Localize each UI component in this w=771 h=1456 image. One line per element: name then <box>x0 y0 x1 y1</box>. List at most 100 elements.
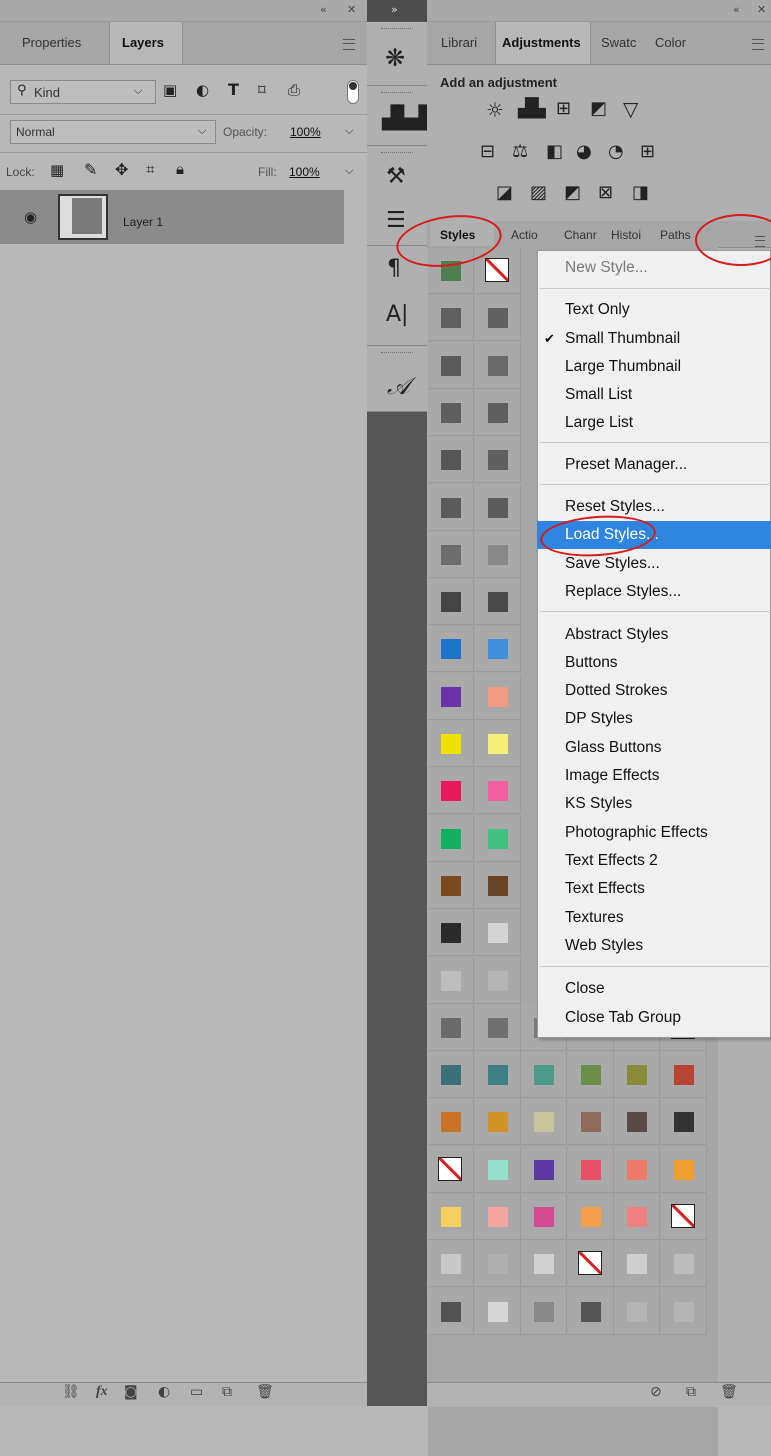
style-preset-thumbnail[interactable] <box>428 484 474 531</box>
menu-item-small-list[interactable]: Small List <box>537 381 771 409</box>
tab-properties[interactable]: Properties <box>10 22 93 64</box>
style-preset-thumbnail[interactable] <box>614 1194 660 1240</box>
style-preset-thumbnail[interactable] <box>660 1194 707 1240</box>
style-preset-thumbnail[interactable] <box>474 815 521 862</box>
clear-style-icon[interactable]: ⊘ <box>650 1384 662 1400</box>
style-preset-thumbnail[interactable] <box>428 862 474 909</box>
collapse-icon[interactable]: « <box>733 3 740 16</box>
eye-icon[interactable]: ◉ <box>24 208 37 226</box>
menu-item-dotted-strokes[interactable]: Dotted Strokes <box>537 677 771 705</box>
trash-icon[interactable]: 🗑︎ <box>256 1384 274 1400</box>
style-preset-thumbnail[interactable] <box>474 910 521 957</box>
style-preset-thumbnail[interactable] <box>428 910 474 957</box>
delete-style-icon[interactable]: 🗑︎ <box>720 1384 738 1400</box>
style-preset-thumbnail[interactable] <box>474 579 521 626</box>
style-preset-thumbnail[interactable] <box>428 1241 474 1288</box>
style-preset-thumbnail[interactable] <box>474 1004 521 1051</box>
smart-object-filter-icon[interactable]: ⎙ <box>288 81 300 99</box>
style-preset-thumbnail[interactable] <box>474 437 521 484</box>
style-preset-thumbnail[interactable] <box>521 1241 567 1288</box>
curves-icon[interactable]: ⊞ <box>556 98 571 119</box>
adjustment-filter-icon[interactable]: ◐ <box>196 81 209 99</box>
lock-all-icon[interactable]: 🔒︎ <box>176 160 184 178</box>
style-preset-thumbnail[interactable] <box>474 768 521 815</box>
style-preset-thumbnail[interactable] <box>428 1099 474 1146</box>
style-preset-thumbnail[interactable] <box>521 1052 567 1099</box>
menu-item-textures[interactable]: Textures <box>537 904 771 932</box>
style-preset-thumbnail[interactable] <box>474 389 521 436</box>
style-preset-thumbnail[interactable] <box>567 1146 614 1193</box>
style-preset-thumbnail[interactable] <box>474 1194 521 1240</box>
menu-item-ks-styles[interactable]: KS Styles <box>537 790 771 818</box>
link-icon[interactable]: ⛓ <box>62 1384 80 1400</box>
style-preset-thumbnail[interactable] <box>428 1004 474 1051</box>
shape-filter-icon[interactable]: ⌑ <box>258 81 266 99</box>
style-preset-thumbnail[interactable] <box>614 1052 660 1099</box>
fill-dropdown-icon[interactable]: ⌵ <box>345 164 353 178</box>
style-preset-thumbnail[interactable] <box>474 1052 521 1099</box>
style-preset-thumbnail[interactable] <box>428 1052 474 1099</box>
layer-row[interactable] <box>0 190 344 244</box>
menu-item-small-thumbnail[interactable]: Small Thumbnail <box>537 325 771 353</box>
menu-item-abstract-styles[interactable]: Abstract Styles <box>537 621 771 649</box>
style-preset-thumbnail[interactable] <box>428 815 474 862</box>
style-preset-thumbnail[interactable] <box>567 1241 614 1288</box>
style-preset-thumbnail[interactable] <box>614 1146 660 1193</box>
lock-brush-icon[interactable]: ✎ <box>84 160 97 179</box>
style-preset-thumbnail[interactable] <box>660 1288 707 1335</box>
style-preset-thumbnail[interactable] <box>614 1241 660 1288</box>
tool-presets-icon[interactable]: ⚒ <box>386 164 406 189</box>
menu-item-large-thumbnail[interactable]: Large Thumbnail <box>537 353 771 381</box>
color-lookup-icon[interactable]: ⊞ <box>640 141 655 162</box>
collapse-icon[interactable]: « <box>320 3 327 16</box>
brightness-icon[interactable]: ☼ <box>486 98 504 122</box>
new-layer-icon[interactable]: ⧉ <box>222 1384 232 1400</box>
panel-menu-icon[interactable] <box>343 39 355 50</box>
style-preset-thumbnail[interactable] <box>428 531 474 578</box>
menu-item-preset-manager[interactable]: Preset Manager... <box>537 451 771 479</box>
style-preset-thumbnail[interactable] <box>428 721 474 767</box>
lock-transparent-icon[interactable]: ▦ <box>50 161 64 179</box>
selective-color-icon[interactable]: ⊠ <box>598 182 613 203</box>
style-preset-thumbnail[interactable] <box>567 1099 614 1146</box>
style-preset-thumbnail[interactable] <box>474 721 521 767</box>
style-preset-thumbnail[interactable] <box>428 295 474 342</box>
channel-mixer-icon[interactable]: ◔ <box>608 141 624 162</box>
menu-item-text-only[interactable]: Text Only <box>537 296 771 324</box>
tab-swatches[interactable]: Swatc <box>593 22 647 64</box>
style-preset-thumbnail[interactable] <box>660 1052 707 1099</box>
fill-input[interactable]: 100% <box>289 165 320 179</box>
opacity-input[interactable]: 100% <box>290 125 321 139</box>
threshold-icon[interactable]: ◩ <box>564 182 581 203</box>
menu-item-close[interactable]: Close <box>537 975 771 1003</box>
style-preset-thumbnail[interactable] <box>660 1146 707 1193</box>
style-preset-thumbnail[interactable] <box>521 1146 567 1193</box>
style-preset-thumbnail[interactable] <box>521 1099 567 1146</box>
style-preset-thumbnail[interactable] <box>428 1146 474 1193</box>
style-preset-thumbnail[interactable] <box>474 1146 521 1193</box>
menu-item-text-effects-2[interactable]: Text Effects 2 <box>537 847 771 875</box>
style-preset-thumbnail[interactable] <box>428 768 474 815</box>
exposure-icon[interactable]: ◩ <box>590 98 607 119</box>
tab-channels[interactable]: Chanr <box>564 228 597 242</box>
gradient-map-icon[interactable]: ◨ <box>632 182 649 203</box>
color-balance-icon[interactable]: ⚖ <box>512 141 528 162</box>
menu-item-reset-styles[interactable]: Reset Styles... <box>537 493 771 521</box>
style-preset-thumbnail[interactable] <box>428 626 474 673</box>
glyphs-icon[interactable]: 𝒜 <box>387 372 410 400</box>
style-preset-thumbnail[interactable] <box>474 673 521 720</box>
histogram-icon[interactable]: ▟▙▟ <box>382 106 427 131</box>
style-preset-thumbnail[interactable] <box>428 673 474 720</box>
style-preset-thumbnail[interactable] <box>521 1194 567 1240</box>
tab-history[interactable]: Histoi <box>611 228 641 242</box>
style-preset-thumbnail[interactable] <box>428 579 474 626</box>
style-preset-thumbnail[interactable] <box>660 1241 707 1288</box>
menu-item-photographic-effects[interactable]: Photographic Effects <box>537 819 771 847</box>
folder-icon[interactable]: ▭ <box>190 1384 203 1400</box>
invert-icon[interactable]: ◪ <box>496 182 513 203</box>
new-style-icon[interactable]: ⧉ <box>686 1384 696 1400</box>
opacity-dropdown-icon[interactable]: ⌵ <box>345 124 353 138</box>
style-preset-thumbnail[interactable] <box>567 1052 614 1099</box>
pixel-filter-icon[interactable]: ▣ <box>163 81 177 99</box>
layer-name[interactable]: Layer 1 <box>123 215 163 229</box>
